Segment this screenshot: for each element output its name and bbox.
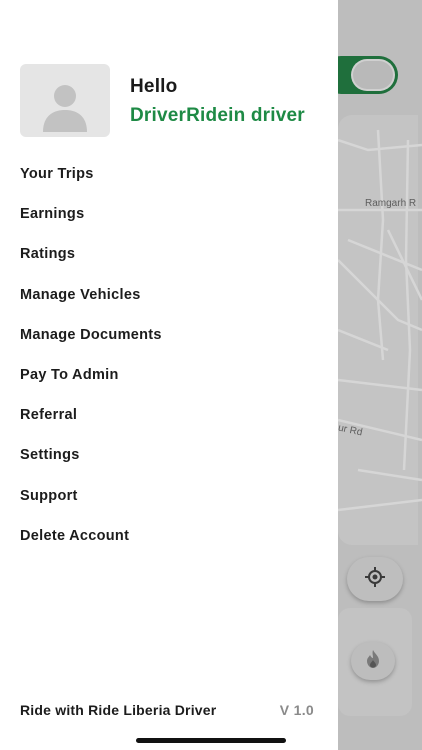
menu-item-settings[interactable]: Settings — [0, 435, 338, 475]
menu-item-your-trips[interactable]: Your Trips — [0, 154, 338, 194]
crosshair-icon — [364, 566, 386, 593]
fire-icon — [364, 649, 382, 674]
locate-button[interactable] — [347, 557, 403, 601]
greeting-text: Hello — [130, 76, 178, 97]
driver-name: DriverRidein driver — [130, 105, 305, 126]
side-drawer: Hello DriverRidein driver Your Trips Ear… — [0, 0, 338, 750]
home-indicator[interactable] — [136, 738, 286, 743]
user-placeholder-icon — [35, 76, 95, 137]
menu-item-manage-vehicles[interactable]: Manage Vehicles — [0, 275, 338, 315]
avatar[interactable] — [20, 64, 110, 137]
map-road-label: Ramgarh R — [365, 198, 417, 209]
heatmap-button[interactable] — [351, 642, 395, 680]
menu-item-ratings[interactable]: Ratings — [0, 234, 338, 274]
menu-item-earnings[interactable]: Earnings — [0, 194, 338, 234]
app-name-footer: Ride with Ride Liberia Driver — [20, 702, 217, 718]
drawer-menu: Your Trips Earnings Ratings Manage Vehic… — [0, 154, 338, 556]
menu-item-support[interactable]: Support — [0, 476, 338, 516]
toggle-knob — [351, 59, 395, 91]
menu-item-manage-documents[interactable]: Manage Documents — [0, 315, 338, 355]
menu-item-referral[interactable]: Referral — [0, 395, 338, 435]
menu-item-pay-to-admin[interactable]: Pay To Admin — [0, 355, 338, 395]
menu-item-delete-account[interactable]: Delete Account — [0, 516, 338, 556]
app-version: V 1.0 — [279, 702, 314, 718]
